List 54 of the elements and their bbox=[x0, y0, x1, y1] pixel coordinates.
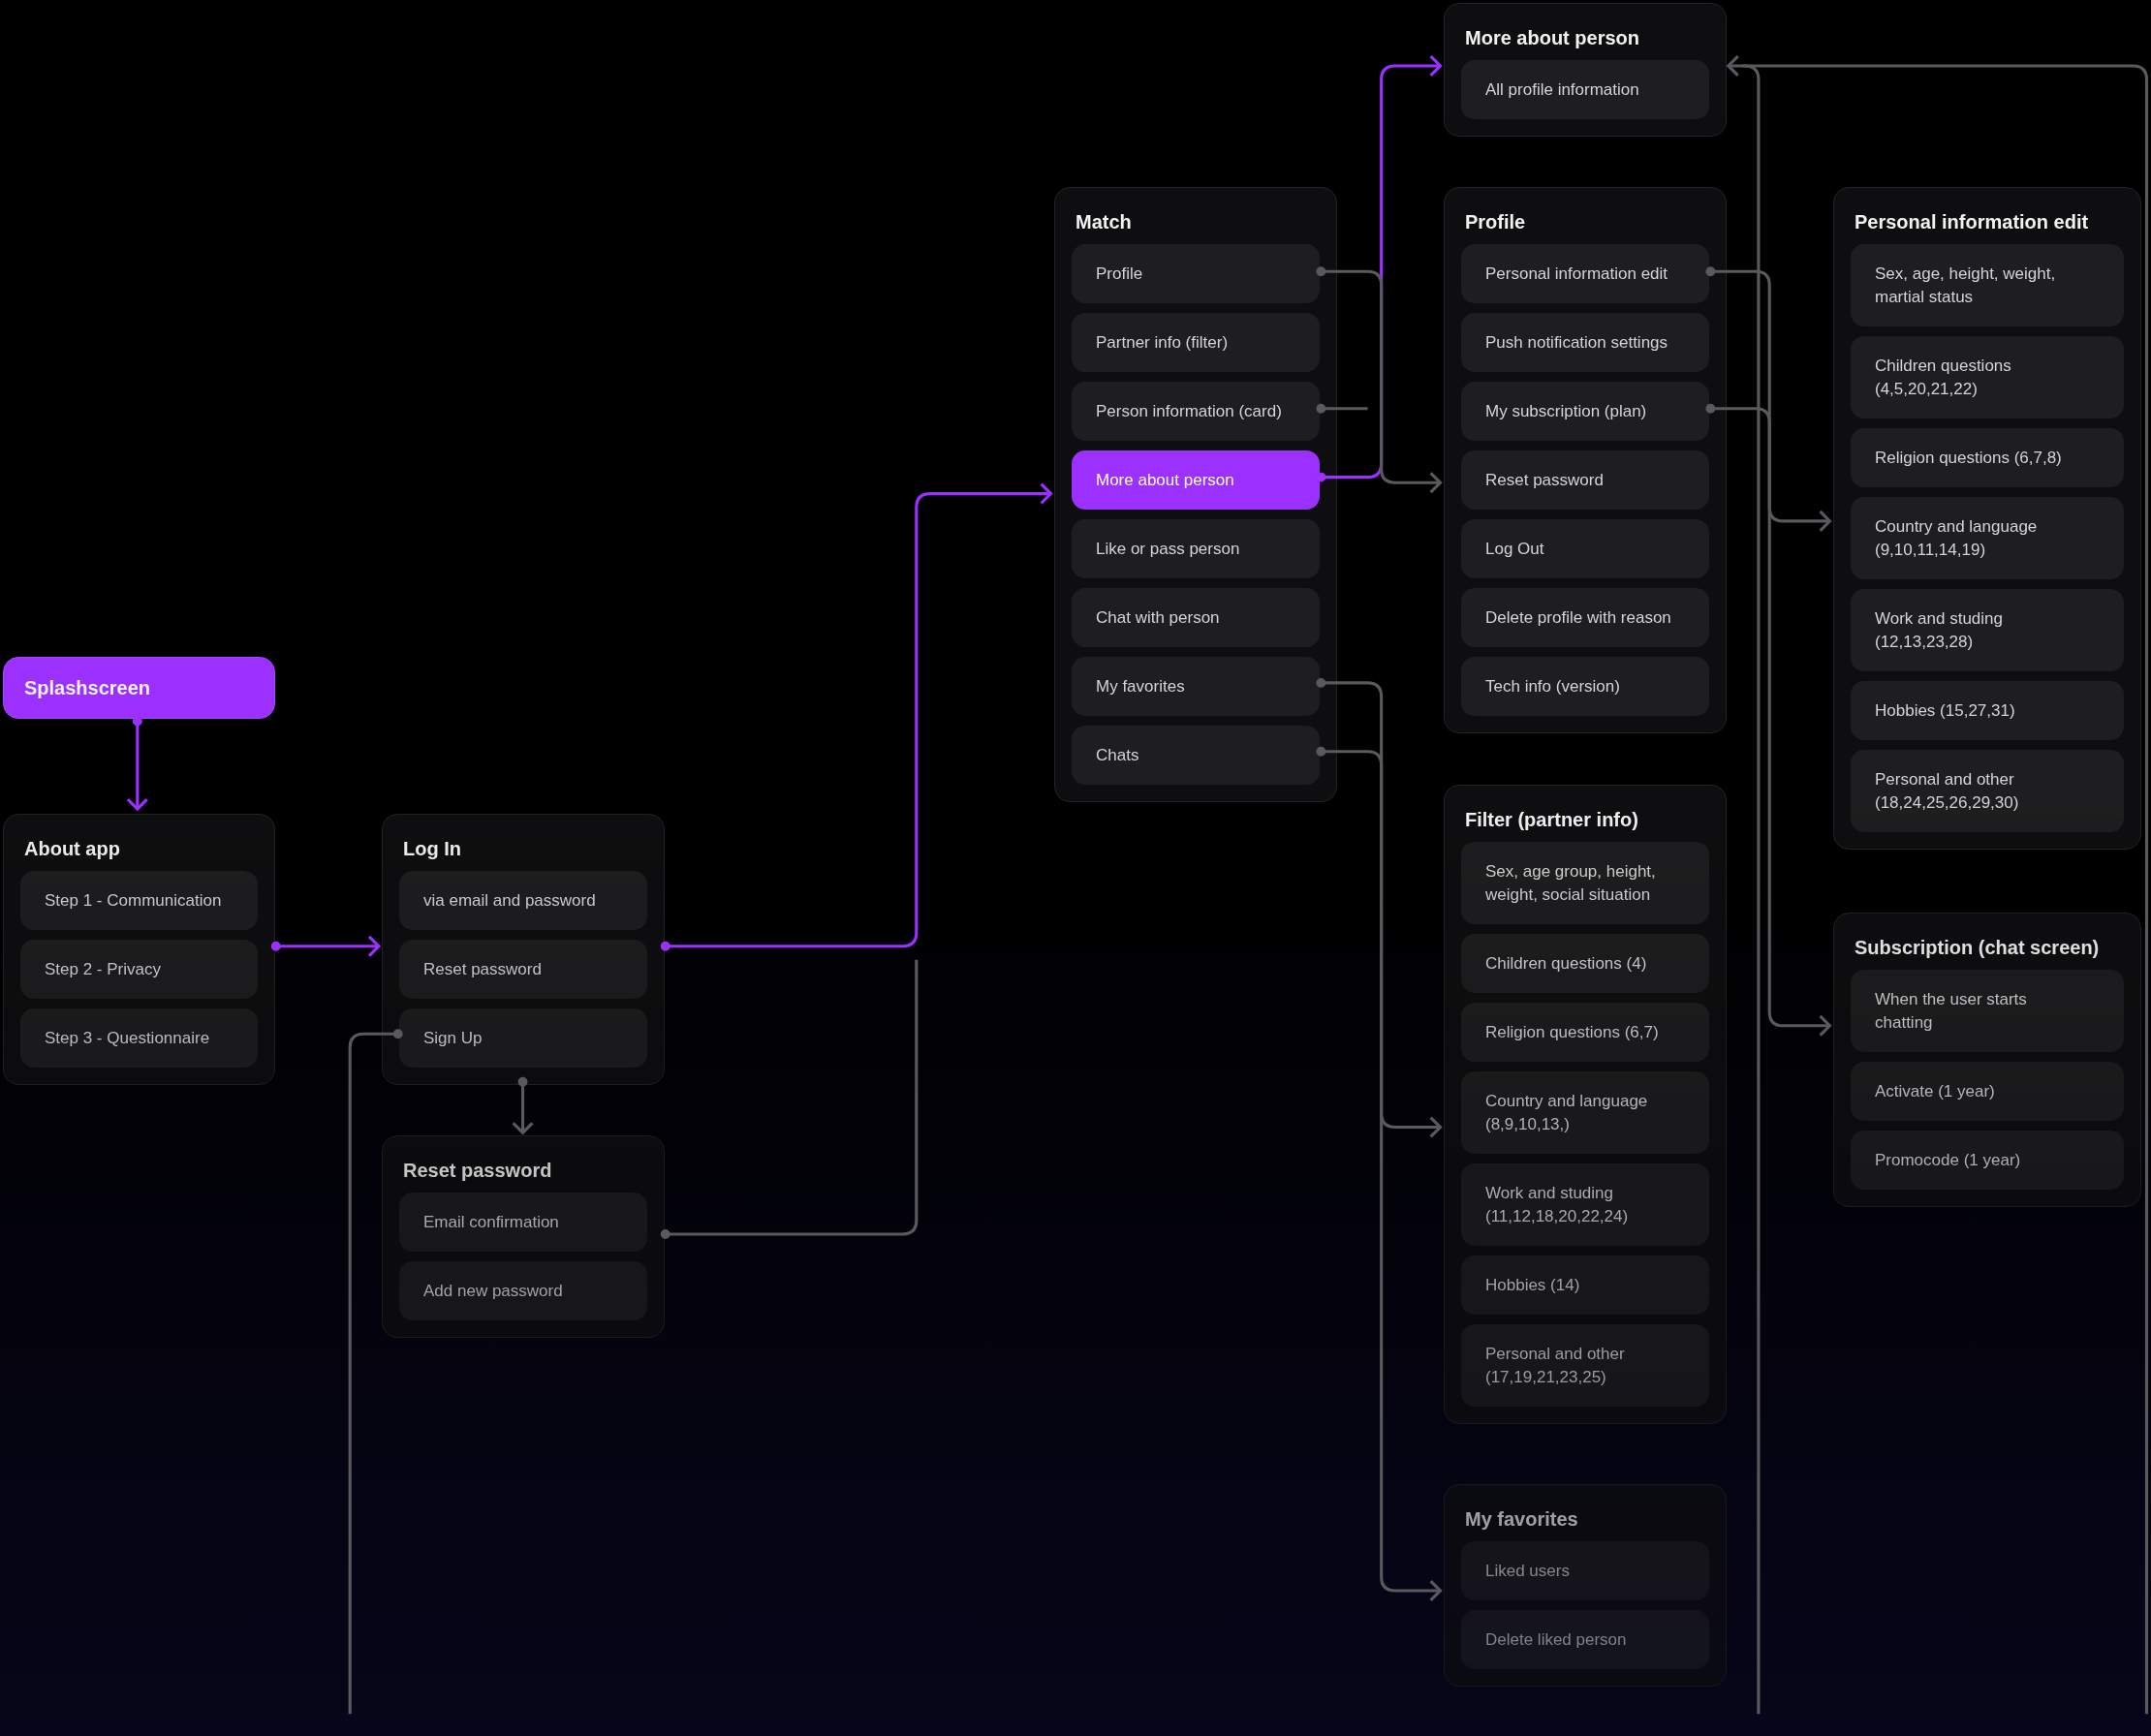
flow-item: Profile bbox=[1072, 244, 1320, 303]
flow-item: Step 3 - Questionnaire bbox=[20, 1008, 258, 1068]
card-title: Filter (partner info) bbox=[1464, 808, 1639, 832]
flow-item: Sex, age, height, weight, martial status bbox=[1851, 244, 2124, 326]
flow-item: Country and language (8,9,10,13,) bbox=[1461, 1071, 1709, 1154]
flow-item: Like or pass person bbox=[1072, 519, 1320, 578]
flow-item: All profile information bbox=[1461, 60, 1709, 119]
flow-item: Work and studing (11,12,18,20,22,24) bbox=[1461, 1163, 1709, 1246]
flow-item: Activate (1 year) bbox=[1851, 1062, 2124, 1121]
flow-item: Personal information edit bbox=[1461, 244, 1709, 303]
flow-item: Hobbies (14) bbox=[1461, 1256, 1709, 1315]
flow-item: Personal and other (17,19,21,23,25) bbox=[1461, 1324, 1709, 1407]
flow-item: Reset password bbox=[1461, 450, 1709, 510]
flow-item: Log Out bbox=[1461, 519, 1709, 578]
card-title: Match bbox=[1075, 210, 1133, 234]
flow-item: Children questions (4,5,20,21,22) bbox=[1851, 336, 2124, 418]
card-title: Splashscreen bbox=[24, 676, 151, 700]
flow-item: Hobbies (15,27,31) bbox=[1851, 681, 2124, 740]
flow-item: Delete liked person bbox=[1461, 1610, 1709, 1669]
flow-item: Delete profile with reason bbox=[1461, 588, 1709, 647]
flow-item: Sex, age group, height, weight, social situation bbox=[1461, 842, 1709, 924]
card-title: Personal information edit bbox=[1854, 210, 2090, 234]
flow-item: Religion questions (6,7,8) bbox=[1851, 428, 2124, 487]
card-title: Log In bbox=[402, 837, 462, 861]
flow-item: Reset password bbox=[399, 940, 647, 999]
flow-item: Personal and other (18,24,25,26,29,30) bbox=[1851, 750, 2124, 832]
flow-item: Push notification settings bbox=[1461, 313, 1709, 372]
flow-item: Sign Up bbox=[399, 1008, 647, 1068]
flow-item: Email confirmation bbox=[399, 1193, 647, 1252]
card-title: My favorites bbox=[1464, 1507, 1579, 1532]
flow-item: Chats bbox=[1072, 726, 1320, 785]
card-title: About app bbox=[23, 837, 121, 861]
flow-item: Work and studing (12,13,23,28) bbox=[1851, 589, 2124, 671]
card-title: Profile bbox=[1464, 210, 1527, 234]
flow-item: Country and language (9,10,11,14,19) bbox=[1851, 497, 2124, 579]
flow-item: When the user starts chatting bbox=[1851, 970, 2124, 1052]
flow-item: Chat with person bbox=[1072, 588, 1320, 647]
card-title: Reset password bbox=[402, 1159, 553, 1183]
flow-item: My subscription (plan) bbox=[1461, 382, 1709, 441]
flow-item: Step 1 - Communication bbox=[20, 871, 258, 930]
flow-item: Children questions (4) bbox=[1461, 934, 1709, 993]
flow-item: Partner info (filter) bbox=[1072, 313, 1320, 372]
flow-item: Tech info (version) bbox=[1461, 657, 1709, 716]
flow-item: Add new password bbox=[399, 1261, 647, 1320]
flow-item: My favorites bbox=[1072, 657, 1320, 716]
flow-item: Step 2 - Privacy bbox=[20, 940, 258, 999]
flow-item: Promocode (1 year) bbox=[1851, 1131, 2124, 1190]
flow-item: via email and password bbox=[399, 871, 647, 930]
flow-item: Religion questions (6,7) bbox=[1461, 1003, 1709, 1062]
flow-item: Liked users bbox=[1461, 1541, 1709, 1600]
card-title: Subscription (chat screen) bbox=[1854, 936, 2101, 960]
card-title: More about person bbox=[1464, 26, 1640, 50]
flow-item: Person information (card) bbox=[1072, 382, 1320, 441]
flow-item: More about person bbox=[1072, 450, 1320, 510]
